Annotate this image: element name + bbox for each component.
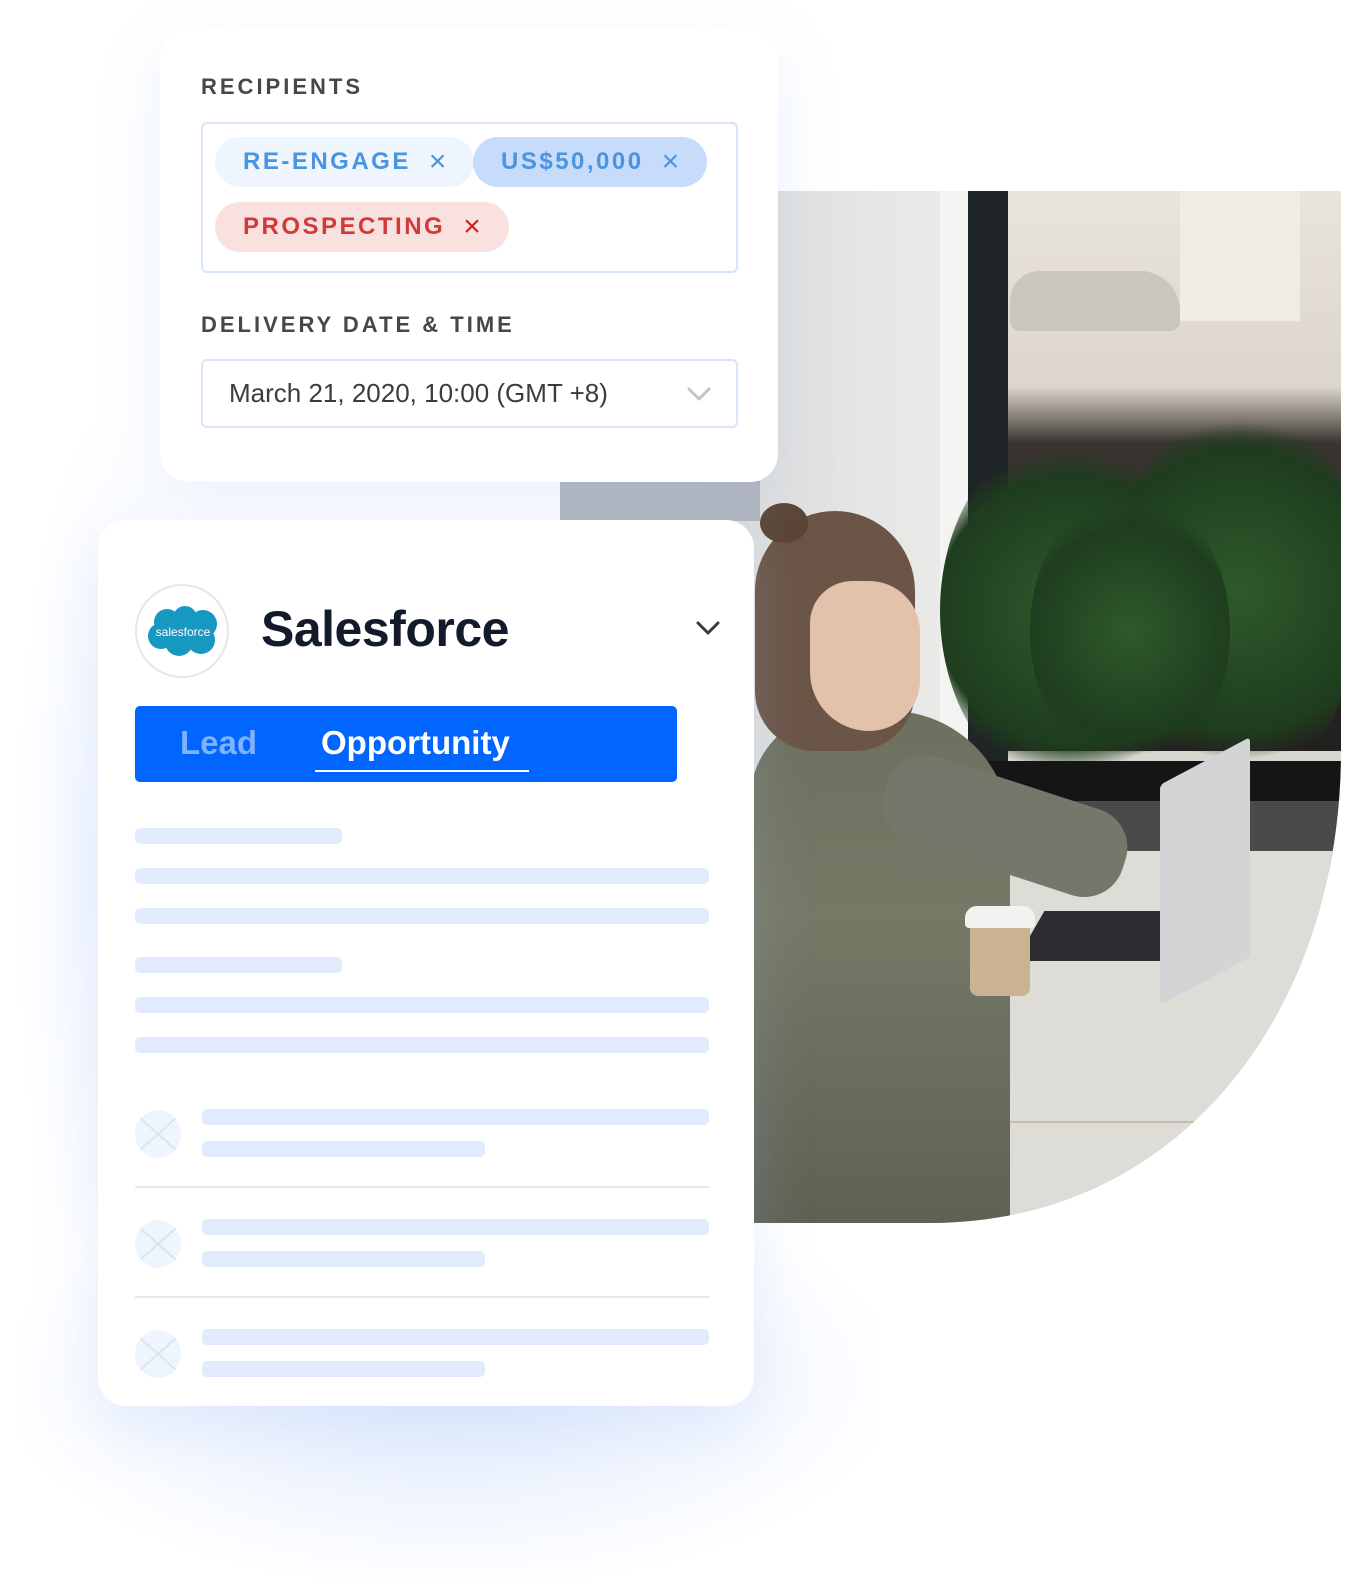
tag-label: PROSPECTING <box>243 213 446 240</box>
skeleton-heading <box>135 957 342 973</box>
photo-person-face <box>810 581 920 731</box>
tag-label: US$50,000 <box>501 148 644 175</box>
photo-coffee-cup <box>970 916 1030 996</box>
photo-coffee-cup-lid <box>965 906 1035 928</box>
photo-person-bun <box>760 503 808 543</box>
close-icon[interactable]: × <box>429 147 447 177</box>
placeholder-avatar <box>135 1220 181 1268</box>
skeleton-line <box>135 868 709 884</box>
salesforce-logo-text: salesforce <box>156 625 211 639</box>
tag-prospecting[interactable]: PROSPECTING × <box>215 202 509 252</box>
delivery-date-select[interactable]: March 21, 2020, 10:00 (GMT +8) <box>201 359 738 428</box>
skeleton-line <box>202 1109 709 1125</box>
photo-plant <box>1030 491 1230 771</box>
recipients-card: RECIPIENTS RE-ENGAGE × US$50,000 × PROSP… <box>160 30 778 482</box>
tab-lead[interactable]: Lead <box>180 724 257 762</box>
photo-window-pane <box>1180 191 1300 321</box>
salesforce-logo: salesforce <box>135 584 229 678</box>
active-tab-indicator <box>315 770 529 772</box>
list-divider <box>135 1296 709 1298</box>
tag-amount[interactable]: US$50,000 × <box>473 137 708 187</box>
integration-title: Salesforce <box>261 601 509 657</box>
skeleton-line <box>202 1141 485 1157</box>
salesforce-cloud-icon: salesforce <box>148 606 217 656</box>
chevron-down-icon <box>687 387 711 401</box>
photo-pillow <box>1010 271 1180 331</box>
placeholder-image-icon <box>139 1227 177 1261</box>
placeholder-image-icon <box>139 1117 177 1151</box>
tag-label: RE-ENGAGE <box>243 148 411 175</box>
recipients-label: RECIPIENTS <box>201 74 364 99</box>
skeleton-line <box>202 1251 485 1267</box>
skeleton-line <box>135 908 709 924</box>
close-icon[interactable]: × <box>662 147 680 177</box>
close-icon[interactable]: × <box>463 212 481 242</box>
skeleton-line <box>202 1329 709 1345</box>
list-divider <box>135 1186 709 1188</box>
tag-re-engage[interactable]: RE-ENGAGE × <box>215 137 475 187</box>
skeleton-line <box>202 1219 709 1235</box>
object-type-tabs: Lead Opportunity <box>135 706 677 782</box>
skeleton-line <box>202 1361 485 1377</box>
skeleton-line <box>135 1037 709 1053</box>
tab-opportunity[interactable]: Opportunity <box>321 724 510 762</box>
placeholder-avatar <box>135 1330 181 1378</box>
skeleton-line <box>135 997 709 1013</box>
delivery-date-label: DELIVERY DATE & TIME <box>201 312 515 337</box>
placeholder-image-icon <box>139 1337 177 1371</box>
salesforce-card: salesforce Salesforce Lead Opportunity <box>98 520 754 1406</box>
recipients-tag-input[interactable]: RE-ENGAGE × US$50,000 × PROSPECTING × <box>201 122 738 273</box>
skeleton-heading <box>135 828 342 844</box>
placeholder-avatar <box>135 1110 181 1158</box>
photo-strip <box>560 481 760 521</box>
delivery-date-value: March 21, 2020, 10:00 (GMT +8) <box>229 378 608 408</box>
chevron-down-icon[interactable] <box>694 618 722 638</box>
